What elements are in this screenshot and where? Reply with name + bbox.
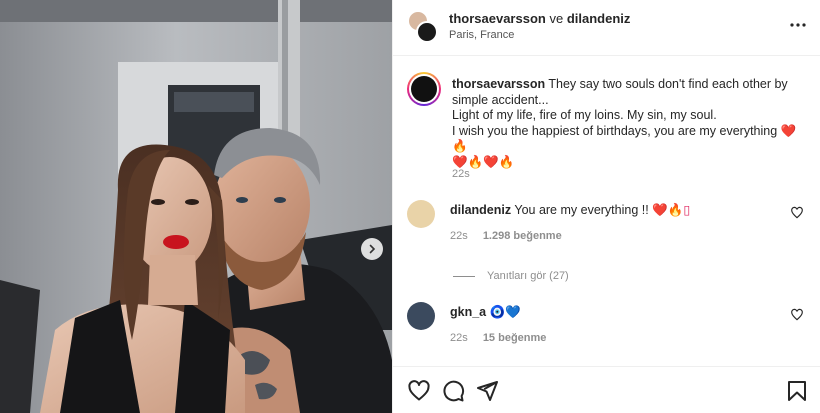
heart-icon[interactable] <box>790 308 804 322</box>
conjunction-text: ve <box>549 11 564 26</box>
comment-text: You are my everything !! <box>514 203 649 217</box>
post-header: thorsaevarsson ve dilandeniz Paris, Fran… <box>393 0 820 56</box>
comment-timestamp[interactable]: 22s <box>450 230 468 242</box>
collab-usernames: thorsaevarsson ve dilandeniz <box>449 11 630 26</box>
comment-likes[interactable]: 1.298 beğenme <box>483 230 562 242</box>
username-link[interactable]: thorsaevarsson <box>449 11 546 26</box>
caption-line: Light of my life, fire of my loins. My s… <box>452 108 717 122</box>
caption-line: I wish you the happiest of birthdays, yo… <box>452 123 778 138</box>
view-replies-button[interactable]: Yanıtları gör (27) <box>453 270 569 282</box>
caption-timestamp[interactable]: 22s <box>452 168 470 180</box>
chevron-right-icon <box>369 244 376 254</box>
comment-username[interactable]: dilandeniz <box>450 203 511 217</box>
comment-timestamp[interactable]: 22s <box>450 332 468 344</box>
more-options-button[interactable] <box>787 16 809 34</box>
caption-username[interactable]: thorsaevarsson <box>452 77 545 91</box>
couple-selfie-image <box>0 0 392 413</box>
emoji: ❤️🔥▯ <box>652 203 691 217</box>
collab-avatars[interactable] <box>407 10 439 43</box>
avatar[interactable] <box>407 200 435 228</box>
save-button[interactable] <box>785 379 809 403</box>
comment-button[interactable] <box>441 379 465 403</box>
avatar[interactable] <box>416 21 438 43</box>
caption-text: thorsaevarsson They say two souls don't … <box>452 77 808 170</box>
share-button[interactable] <box>475 379 499 403</box>
post-detail-panel: thorsaevarsson ve dilandeniz Paris, Fran… <box>392 0 820 413</box>
comment-likes[interactable]: 15 beğenme <box>483 332 547 344</box>
paper-plane-icon <box>477 381 498 401</box>
heart-icon <box>408 380 430 401</box>
comment-bubble-icon <box>443 380 465 402</box>
comment-body: dilandeniz You are my everything !! ❤️🔥▯ <box>450 202 780 218</box>
comment-username[interactable]: gkn_a <box>450 305 486 319</box>
comment-meta: 22s 1.298 beğenme <box>450 230 562 242</box>
action-bar <box>393 366 820 413</box>
view-replies-label: Yanıtları gör (27) <box>487 270 569 282</box>
emoji: 🧿💙 <box>489 305 521 319</box>
location-link[interactable]: Paris, France <box>449 29 514 41</box>
replies-divider <box>453 275 475 277</box>
avatar[interactable] <box>407 302 435 330</box>
heart-icon[interactable] <box>790 206 804 220</box>
username-link[interactable]: dilandeniz <box>567 11 631 26</box>
next-image-button[interactable] <box>361 238 383 260</box>
comment-body: gkn_a 🧿💙 <box>450 304 780 320</box>
like-button[interactable] <box>407 379 431 403</box>
post-photo[interactable] <box>0 0 392 413</box>
instagram-post: thorsaevarsson ve dilandeniz Paris, Fran… <box>0 0 820 413</box>
comment-meta: 22s 15 beğenme <box>450 332 546 344</box>
bookmark-icon <box>788 381 806 401</box>
emoji: ❤️🔥❤️🔥 <box>452 154 515 169</box>
more-horizontal-icon <box>790 23 806 27</box>
avatar[interactable] <box>407 72 441 106</box>
